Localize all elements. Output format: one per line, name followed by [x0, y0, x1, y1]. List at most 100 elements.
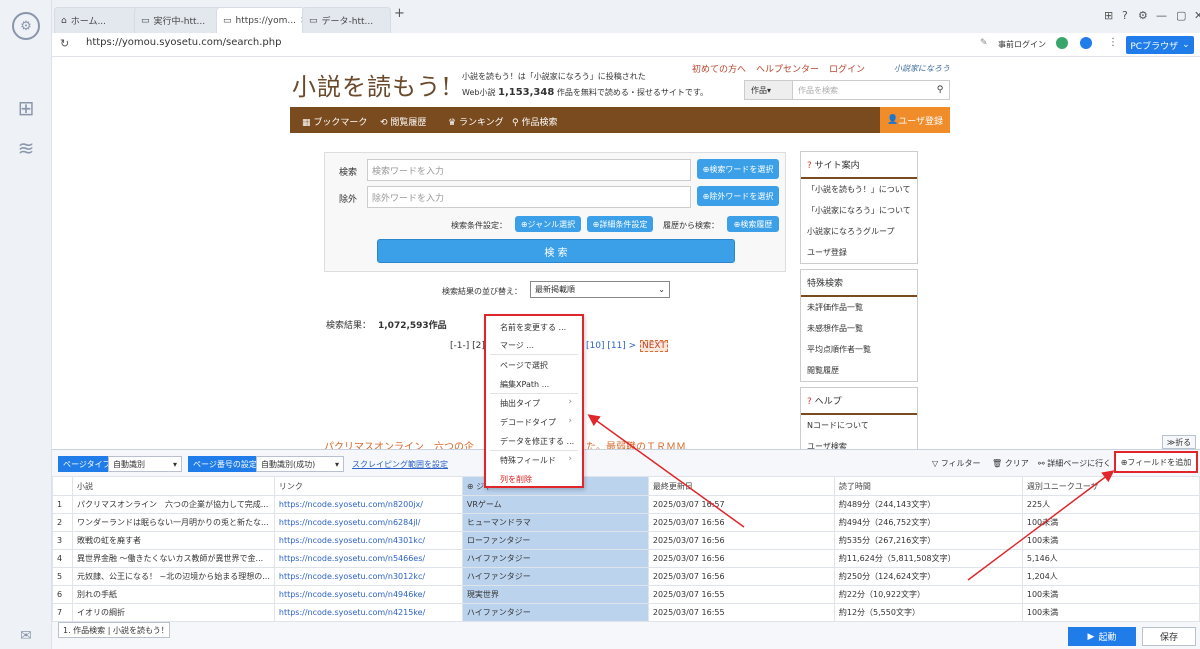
add-field-button[interactable]: ⊕ フィールドを追加	[1114, 451, 1198, 473]
cell-link[interactable]: https://ncode.syosetu.com/n6284jl/	[273, 513, 463, 532]
search-history-button[interactable]: ⊕ 検索履歴	[727, 216, 779, 232]
link-help-center[interactable]: ヘルプセンター	[756, 62, 819, 75]
detail-page-button[interactable]: ⚯ 詳細ページに行く	[1038, 458, 1111, 469]
cell-genre[interactable]: ハイファンタジー	[461, 603, 649, 622]
cell-updated[interactable]: 2025/03/07 16:56	[647, 549, 835, 568]
col-read-time[interactable]: 読了時間	[833, 476, 1023, 496]
cell-read-time[interactable]: 約489分（244,143文字）	[833, 495, 1023, 514]
cell-weekly-users[interactable]: 100未満	[1021, 603, 1200, 622]
cell-read-time[interactable]: 約11,624分（5,811,508文字）	[833, 549, 1023, 568]
cell-read-time[interactable]: 約12分（5,550文字）	[833, 603, 1023, 622]
sidebar-item-unrated[interactable]: 未評価作品一覧	[801, 297, 917, 318]
table-row[interactable]: 1 パクリマスオンライン 六つの企業が協力して完成... https://ncode…	[52, 495, 1200, 514]
url-field[interactable]: https://yomou.syosetu.com/search.php	[86, 37, 281, 48]
menu-merge[interactable]: マージ ...	[500, 340, 534, 351]
cell-link[interactable]: https://ncode.syosetu.com/n4215ke/	[273, 603, 463, 622]
more-icon[interactable]: ⋮	[1108, 37, 1118, 48]
cell-novel[interactable]: 異世界金融 〜働きたくないカス教師が異世界で金...	[72, 549, 275, 568]
exclude-word-select-button[interactable]: ⊕ 除外ワードを選択	[697, 186, 779, 206]
cell-weekly-users[interactable]: 5,146人	[1021, 549, 1200, 568]
sidebar-item-avg-authors[interactable]: 平均点順作者一覧	[801, 339, 917, 360]
cell-link[interactable]: https://ncode.syosetu.com/n8200jx/	[273, 495, 463, 514]
site-search-input[interactable]: 作品を検索	[793, 81, 931, 99]
sort-select[interactable]: 最新掲載順 ⌄	[530, 281, 670, 298]
first-result-title-tail[interactable]: た。最弱職のＴＲＭＭ	[586, 438, 686, 449]
table-row[interactable]: 6 別れの手紙 https://ncode.syosetu.com/n4946ke/…	[52, 585, 1200, 604]
cell-genre[interactable]: ローファンタジー	[461, 531, 649, 550]
row-index[interactable]: 5	[52, 567, 73, 586]
tab-home[interactable]: ⌂ ホーム...	[54, 7, 143, 33]
close-window-button[interactable]: ✕	[1194, 9, 1200, 22]
pager-left[interactable]: [-1-] [2]	[450, 341, 485, 351]
new-task-icon[interactable]: ⊞	[14, 96, 38, 120]
save-button[interactable]: 保存	[1142, 627, 1196, 646]
cell-genre[interactable]: VRゲーム	[461, 495, 649, 514]
col-weekly-users[interactable]: 週別ユニークユーザ	[1021, 476, 1200, 496]
edit-icon[interactable]: ✎	[980, 38, 988, 48]
clear-button[interactable]: 🗑 クリア	[992, 458, 1029, 469]
narou-logo[interactable]: 小説家になろう	[894, 63, 950, 74]
sidebar-item-register[interactable]: ユーザ登録	[801, 242, 917, 263]
pc-browser-button[interactable]: PCブラウザ ⌄	[1126, 36, 1194, 54]
col-updated[interactable]: 最終更新日	[647, 476, 835, 496]
menu-special-field[interactable]: 特殊フィールド	[500, 455, 556, 466]
scrape-range-link[interactable]: スクレイピング範囲を設定	[352, 459, 448, 470]
cell-genre[interactable]: ハイファンタジー	[461, 567, 649, 586]
search-word-input[interactable]: 検索ワードを入力	[367, 159, 691, 181]
nav-bookmark[interactable]: ▦ ブックマーク	[302, 115, 367, 128]
tab-yomou[interactable]: ▭https://yom...✕	[216, 7, 305, 33]
search-icon[interactable]: ⚲	[931, 81, 949, 99]
cell-link[interactable]: https://ncode.syosetu.com/n4301kc/	[273, 531, 463, 550]
menu-edit-xpath[interactable]: 編集XPath ...	[500, 379, 549, 390]
site-logo[interactable]: 小説を読もう!	[292, 67, 452, 102]
nav-search[interactable]: ⚲ 作品検索	[512, 115, 557, 128]
row-index[interactable]: 4	[52, 549, 73, 568]
cell-link[interactable]: https://ncode.syosetu.com/n3012kc/	[273, 567, 463, 586]
cell-novel[interactable]: ワンダーランドは眠らない一月明かりの兎と新たな...	[72, 513, 275, 532]
pager-next-link[interactable]: NEXT	[640, 340, 668, 352]
settings-icon[interactable]: ⚙	[1138, 9, 1148, 22]
sidebar-item-user-search[interactable]: ユーザ検索	[801, 436, 917, 449]
search-word-select-button[interactable]: ⊕ 検索ワードを選択	[697, 159, 779, 179]
detail-condition-button[interactable]: ⊕ 詳細条件設定	[587, 216, 653, 232]
col-novel[interactable]: 小説	[72, 476, 275, 496]
cell-updated[interactable]: 2025/03/07 16:56	[647, 567, 835, 586]
cell-novel[interactable]: パクリマスオンライン 六つの企業が協力して完成...	[72, 495, 275, 514]
cell-link[interactable]: https://ncode.syosetu.com/n4946ke/	[273, 585, 463, 604]
search-submit-button[interactable]: 検 索	[377, 239, 735, 263]
table-row[interactable]: 3 敗戦の虹を廃す者 https://ncode.syosetu.com/n4301…	[52, 531, 1200, 550]
cell-weekly-users[interactable]: 100未満	[1021, 585, 1200, 604]
accessibility-icon[interactable]	[1080, 37, 1092, 49]
sidebar-item-group[interactable]: 小説家になろうグループ	[801, 221, 917, 242]
cell-read-time[interactable]: 約22分（10,922文字）	[833, 585, 1023, 604]
start-button[interactable]: ▶ 起動	[1068, 627, 1136, 646]
menu-rename[interactable]: 名前を変更する ...	[500, 322, 566, 333]
cell-updated[interactable]: 2025/03/07 16:57	[647, 495, 835, 514]
minimize-button[interactable]: —	[1156, 9, 1167, 22]
cell-updated[interactable]: 2025/03/07 16:56	[647, 531, 835, 550]
nav-history[interactable]: ⟲ 閲覧履歴	[380, 115, 426, 128]
app-logo-icon[interactable]: ⚙	[12, 12, 40, 40]
maximize-button[interactable]: ▢	[1176, 9, 1186, 22]
nav-ranking[interactable]: ♛ ランキング	[448, 115, 504, 128]
page-number-select[interactable]: 自動識別(成功) ▾	[256, 456, 344, 472]
cell-novel[interactable]: 敗戦の虹を廃す者	[72, 531, 275, 550]
layers-icon[interactable]: ≋	[14, 136, 38, 160]
row-index[interactable]: 2	[52, 513, 73, 532]
cell-read-time[interactable]: 約535分（267,216文字）	[833, 531, 1023, 550]
link-login[interactable]: ログイン	[829, 62, 865, 75]
cell-updated[interactable]: 2025/03/07 16:55	[647, 603, 835, 622]
gift-icon[interactable]: ⊞	[1104, 9, 1113, 22]
tab-data[interactable]: ▭ データ-htt...	[302, 7, 391, 33]
pager-right[interactable]: [10] [11] > >	[586, 341, 647, 351]
col-link[interactable]: リンク	[273, 476, 463, 496]
cell-novel[interactable]: 元奴隷、公王になる！ ~北の辺境から始まる理想の...	[72, 567, 275, 586]
cell-read-time[interactable]: 約250分（124,624文字）	[833, 567, 1023, 586]
cell-weekly-users[interactable]: 1,204人	[1021, 567, 1200, 586]
sidebar-item-about-yomou[interactable]: 「小説を読もう！」について	[801, 179, 917, 200]
cell-genre[interactable]: 現実世界	[461, 585, 649, 604]
row-index[interactable]: 7	[52, 603, 73, 622]
menu-modify-data[interactable]: データを修正する ...	[500, 436, 574, 447]
link-beginners[interactable]: 初めての方へ	[692, 62, 746, 75]
reload-icon[interactable]: ↻	[60, 37, 69, 50]
